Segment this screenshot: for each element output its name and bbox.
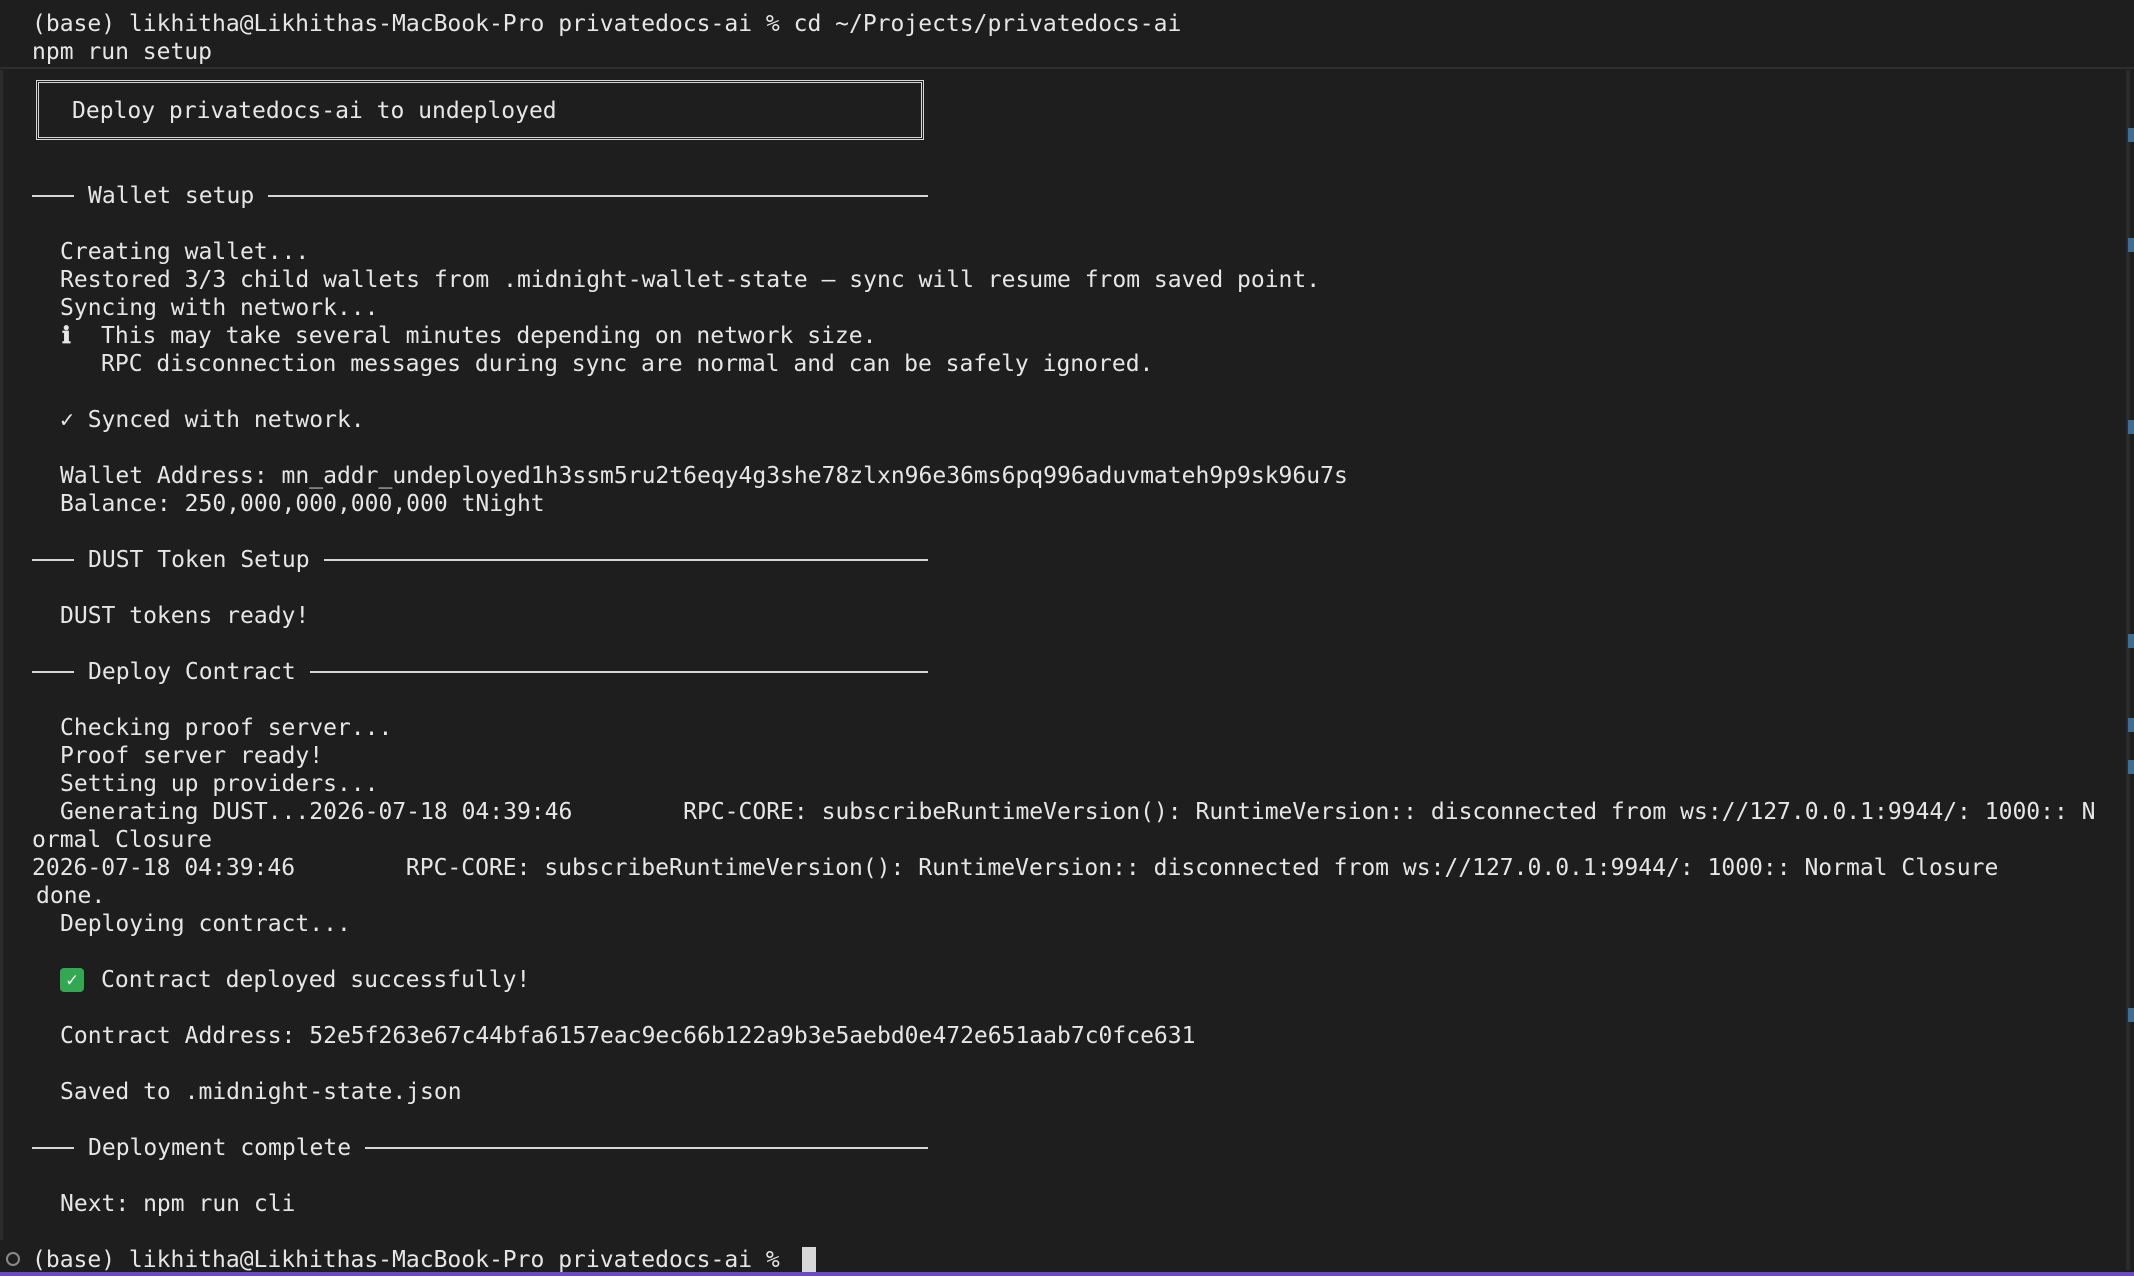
log-done: done.: [36, 883, 106, 909]
section-deployment-complete: Deployment complete: [32, 1134, 928, 1162]
log-deploy-success: Contract deployed successfully!: [101, 967, 531, 993]
section-title: Deployment complete: [88, 1135, 352, 1161]
log-info-rpc: RPC disconnection messages during sync a…: [101, 351, 1154, 377]
terminal-window[interactable]: (base) likhitha@Likhithas-MacBook-Pro pr…: [0, 0, 2134, 1276]
log-rpc-disconnect: 2026-07-18 04:39:46 RPC-CORE: subscribeR…: [32, 855, 1999, 881]
log-providers: Setting up providers...: [60, 771, 379, 797]
log-deploying: Deploying contract...: [60, 911, 351, 937]
scroll-marker: [2128, 718, 2134, 732]
info-icon: ℹ: [62, 323, 71, 349]
header-separator: [0, 67, 2134, 69]
text-cursor: [802, 1247, 816, 1273]
section-title: Wallet setup: [88, 183, 255, 209]
section-wallet-setup: Wallet setup: [32, 182, 928, 210]
log-creating-wallet: Creating wallet...: [60, 239, 310, 265]
log-next-step: Next: npm run cli: [60, 1191, 296, 1217]
scroll-marker: [2128, 420, 2134, 434]
check-mark-icon: ✓: [60, 968, 84, 992]
shell-prompt[interactable]: (base) likhitha@Likhithas-MacBook-Pro pr…: [32, 1246, 780, 1274]
log-restored-wallets: Restored 3/3 child wallets from .midnigh…: [60, 267, 1321, 293]
section-dust-token-setup: DUST Token Setup: [32, 546, 928, 574]
log-checking-proof: Checking proof server...: [60, 715, 393, 741]
wallet-balance: Balance: 250,000,000,000,000 tNight: [60, 491, 545, 517]
deploy-banner-title: Deploy privatedocs-ai to undeployed: [72, 98, 557, 124]
command-line-cd: (base) likhitha@Likhithas-MacBook-Pro pr…: [32, 11, 1182, 37]
log-syncing: Syncing with network...: [60, 295, 379, 321]
scroll-marker: [2128, 634, 2134, 648]
wallet-address: Wallet Address: mn_addr_undeployed1h3ssm…: [60, 463, 1348, 489]
log-dust-ready: DUST tokens ready!: [60, 603, 310, 629]
scroll-marker: [2128, 760, 2134, 774]
command-line-npm: npm run setup: [32, 39, 213, 65]
section-title: DUST Token Setup: [88, 547, 310, 573]
section-title: Deploy Contract: [88, 659, 296, 685]
log-wrap-continuation: ormal Closure: [32, 827, 213, 853]
contract-address: Contract Address: 52e5f263e67c44bfa6157e…: [60, 1023, 1196, 1049]
prompt-status-icon: [6, 1252, 20, 1266]
left-gutter: [0, 70, 3, 1240]
section-deploy-contract: Deploy Contract: [32, 658, 928, 686]
log-synced: ✓ Synced with network.: [60, 407, 365, 433]
log-info-duration: This may take several minutes depending …: [101, 323, 877, 349]
log-saved-state: Saved to .midnight-state.json: [60, 1079, 462, 1105]
log-generating-dust: Generating DUST...2026-07-18 04:39:46 RP…: [60, 799, 2096, 825]
log-proof-ready: Proof server ready!: [60, 743, 324, 769]
scroll-marker: [2128, 128, 2134, 142]
focus-border: [0, 1272, 2134, 1276]
scroll-marker: [2128, 238, 2134, 252]
scroll-marker: [2128, 1008, 2134, 1022]
